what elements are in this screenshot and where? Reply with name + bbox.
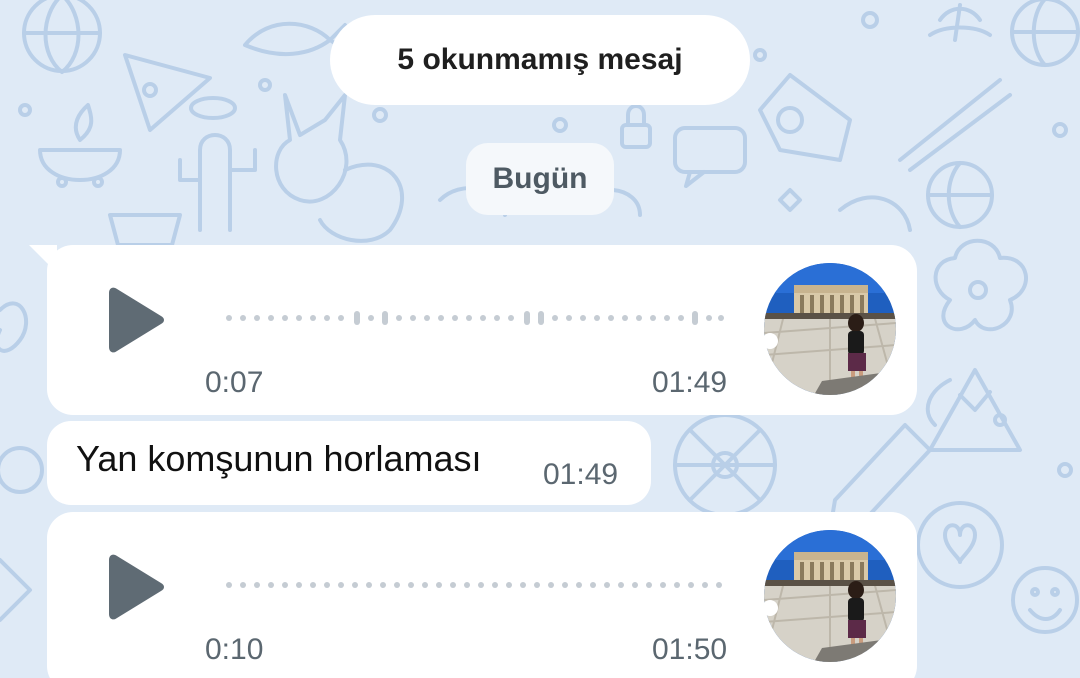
unread-messages-label: 5 okunmamış mesaj bbox=[397, 43, 683, 76]
photo-avatar[interactable] bbox=[764, 530, 896, 662]
unread-messages-banner: 5 okunmamış mesaj bbox=[330, 15, 750, 105]
voice-duration: 0:07 bbox=[205, 366, 264, 399]
date-separator-label: Bugün bbox=[492, 162, 588, 195]
voice-waveform[interactable] bbox=[225, 303, 725, 333]
message-time: 01:50 bbox=[652, 633, 728, 666]
text-message-bubble[interactable]: Yan komşunun horlaması 01:49 bbox=[47, 421, 651, 505]
date-separator: Bugün bbox=[466, 143, 614, 215]
message-text: Yan komşunun horlaması bbox=[76, 438, 482, 479]
voice-message-bubble[interactable]: 0:07 01:49 bbox=[29, 245, 917, 415]
voice-message-bubble[interactable]: 0:10 01:50 bbox=[47, 512, 917, 678]
message-time: 01:49 bbox=[543, 458, 619, 491]
play-icon[interactable] bbox=[105, 287, 165, 353]
voice-waveform[interactable] bbox=[225, 570, 725, 600]
message-time: 01:49 bbox=[652, 366, 728, 399]
photo-avatar[interactable] bbox=[764, 263, 896, 395]
voice-duration: 0:10 bbox=[205, 633, 264, 666]
play-icon[interactable] bbox=[105, 554, 165, 620]
